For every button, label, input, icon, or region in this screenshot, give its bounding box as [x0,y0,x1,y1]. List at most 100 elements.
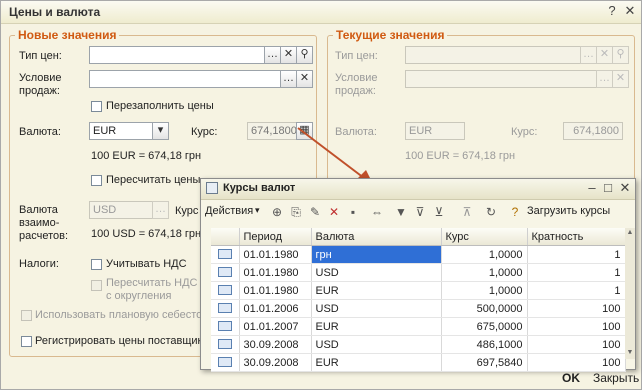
sale-condition-input[interactable] [89,70,281,88]
settlement-currency-input[interactable]: USD [89,201,153,219]
row-icon [211,335,240,354]
select-button: … [580,46,597,64]
add-icon[interactable]: ⊕ [269,204,285,220]
price-type-label: Тип цен: [19,50,62,62]
select-button[interactable]: … [152,201,169,219]
select-button[interactable]: … [264,46,281,64]
refresh-icon[interactable]: ↻ [483,204,499,220]
save-icon[interactable]: ▪ [345,204,361,220]
cell-currency[interactable]: USD [311,263,442,282]
col-rate[interactable]: Курс [441,228,528,246]
filter-list-icon[interactable]: ▼ [393,204,409,220]
cell-currency[interactable]: EUR [311,317,442,336]
close-button[interactable]: Закрыть [593,371,639,385]
table-row[interactable]: 01.01.1980 USD 1,0000 1 [211,263,626,282]
table-row[interactable]: 30.09.2008 EUR 697,5840 100 [211,353,626,372]
cell-rate[interactable]: 486,1000 [441,335,528,354]
current-values-legend: Текущие значения [333,28,448,42]
col-currency[interactable]: Валюта [311,228,442,246]
register-supplier-prices-label: Регистрировать цены поставщик [35,335,203,347]
cell-period[interactable]: 01.01.1980 [239,245,312,264]
close-icon[interactable]: ✕ [618,181,632,195]
table-row[interactable]: 01.01.2007 EUR 675,0000 100 [211,317,626,336]
recalc-prices-checkbox[interactable] [91,175,102,186]
col-period[interactable]: Период [239,228,312,246]
cell-rate[interactable]: 697,5840 [441,353,528,372]
table-row[interactable]: 01.01.1980 EUR 1,0000 1 [211,281,626,300]
cell-rate[interactable]: 500,0000 [441,299,528,318]
cell-rate[interactable]: 1,0000 [441,263,528,282]
settlement-rate-label: Курс [175,205,199,217]
cell-currency[interactable]: EUR [311,281,442,300]
copy-icon[interactable]: ⎘ [288,204,304,220]
register-supplier-prices-checkbox[interactable] [21,336,32,347]
rates-title: Курсы валют [223,182,296,194]
find-icon[interactable]: ⇔ [369,204,385,220]
cell-currency[interactable]: USD [311,299,442,318]
currency-label: Валюта: [19,126,61,138]
col-multiplicity[interactable]: Кратность [527,228,626,246]
filter-settings-icon[interactable]: ⊻ [431,204,447,220]
refill-prices-checkbox[interactable] [91,101,102,112]
current-sale-condition-label: Условие продаж: [335,72,378,97]
cell-multiplicity[interactable]: 100 [527,299,626,318]
minimize-icon[interactable]: – [585,181,599,195]
use-planned-cost-checkbox[interactable] [21,310,32,321]
clear-icon[interactable]: ✕ [280,46,297,64]
cell-multiplicity[interactable]: 100 [527,317,626,336]
row-icon [211,263,240,282]
maximize-icon[interactable]: □ [601,181,615,195]
settlement-note: 100 USD = 674,18 грн [91,228,202,240]
account-vat-checkbox[interactable] [91,259,102,270]
select-button: … [596,70,613,88]
currency-select[interactable]: EUR [89,122,153,140]
cell-multiplicity[interactable]: 100 [527,335,626,354]
scroll-up-icon[interactable]: ▲ [626,229,634,236]
cell-period[interactable]: 01.01.1980 [239,281,312,300]
table-row[interactable]: 01.01.2006 USD 500,0000 100 [211,299,626,318]
table-row[interactable]: 30.09.2008 USD 486,1000 100 [211,335,626,354]
chevron-down-icon[interactable]: ▾ [255,205,260,216]
sale-condition-label: Условие продаж: [19,72,62,97]
clear-icon: ✕ [612,70,629,88]
cell-currency[interactable]: грн [311,245,442,264]
cell-period[interactable]: 30.09.2008 [239,335,312,354]
actions-menu[interactable]: Действия [205,205,253,217]
cell-multiplicity[interactable]: 1 [527,263,626,282]
chevron-down-icon[interactable]: ▾ [152,122,169,140]
cell-period[interactable]: 01.01.2006 [239,299,312,318]
recalc-vat-checkbox[interactable] [91,280,102,291]
new-values-legend: Новые значения [15,28,120,42]
close-icon[interactable]: ✕ [623,4,637,18]
cell-currency[interactable]: EUR [311,353,442,372]
cell-rate[interactable]: 1,0000 [441,281,528,300]
current-rate-label: Курс: [511,126,538,138]
cell-period[interactable]: 01.01.1980 [239,263,312,282]
cell-multiplicity[interactable]: 1 [527,245,626,264]
price-type-input[interactable] [89,46,265,64]
cell-multiplicity[interactable]: 100 [527,353,626,372]
currency-rates-window: Курсы валют – □ ✕ Действия ▾ ⊕ ⎘ ✎ ✕ ▪ ⇔… [200,178,636,372]
scroll-down-icon[interactable]: ▼ [626,349,634,356]
cell-period[interactable]: 30.09.2008 [239,353,312,372]
select-button[interactable]: … [280,70,297,88]
filter-icon[interactable]: ⊽ [412,204,428,220]
cell-rate[interactable]: 1,0000 [441,245,528,264]
window-title: Цены и валюта [9,5,101,19]
cell-multiplicity[interactable]: 1 [527,281,626,300]
help-icon[interactable]: ? [605,4,619,18]
cell-currency[interactable]: USD [311,335,442,354]
cell-rate[interactable]: 675,0000 [441,317,528,336]
rate-label: Курс: [191,126,218,138]
search-icon[interactable]: ⚲ [296,46,313,64]
clear-icon[interactable]: ✕ [296,70,313,88]
help-icon[interactable]: ? [507,204,523,220]
table-row[interactable]: 01.01.1980 грн 1,0000 1 [211,245,626,264]
ok-button[interactable]: OK [562,371,580,385]
cell-period[interactable]: 01.01.2007 [239,317,312,336]
load-rates-button[interactable]: Загрузить курсы [527,205,610,217]
delete-icon[interactable]: ✕ [326,204,342,220]
filter-off-icon[interactable]: ⊼ [459,204,475,220]
edit-icon[interactable]: ✎ [307,204,323,220]
vertical-scrollbar[interactable]: ▲ ▼ [625,228,635,359]
